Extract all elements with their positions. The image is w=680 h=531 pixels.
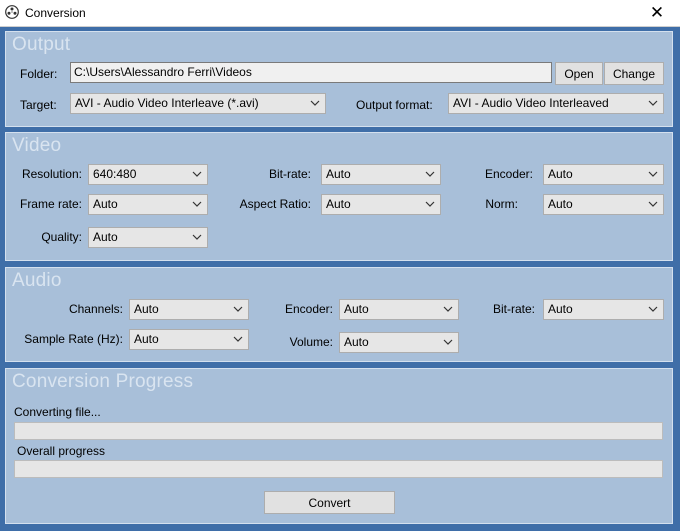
target-value: AVI - Audio Video Interleave (*.avi): [75, 96, 259, 110]
quality-label: Quality:: [41, 230, 82, 244]
output-panel: Output Folder: C:\Users\Alessandro Ferri…: [5, 31, 673, 127]
audio-encoder-value: Auto: [344, 302, 369, 316]
converting-file-label: Converting file...: [14, 405, 101, 419]
chevron-down-icon: [443, 339, 453, 345]
aspect-ratio-select[interactable]: Auto: [321, 194, 441, 215]
chevron-down-icon: [192, 234, 202, 240]
volume-value: Auto: [344, 335, 369, 349]
frame-rate-label: Frame rate:: [19, 197, 82, 211]
progress-panel: Conversion Progress Converting file... O…: [5, 368, 673, 524]
video-section-title: Video: [12, 135, 62, 156]
chevron-down-icon: [192, 201, 202, 207]
aspect-ratio-label: Aspect Ratio:: [239, 197, 311, 211]
aspect-ratio-value: Auto: [326, 197, 351, 211]
target-label: Target:: [20, 98, 57, 112]
sample-rate-select[interactable]: Auto: [129, 329, 249, 350]
video-encoder-select[interactable]: Auto: [543, 164, 664, 185]
chevron-down-icon: [233, 306, 243, 312]
chevron-down-icon: [425, 171, 435, 177]
app-icon: [5, 5, 19, 19]
audio-bitrate-value: Auto: [548, 302, 573, 316]
video-bitrate-select[interactable]: Auto: [321, 164, 441, 185]
norm-select[interactable]: Auto: [543, 194, 664, 215]
close-icon: ✕: [649, 3, 665, 22]
folder-label: Folder:: [20, 67, 58, 81]
close-button[interactable]: ✕: [634, 0, 680, 26]
chevron-down-icon: [310, 100, 320, 106]
chevron-down-icon: [648, 100, 658, 106]
video-panel: Video Resolution: 640:480 Frame rate: Au…: [5, 132, 673, 261]
overall-progress-bar: [14, 460, 663, 478]
output-section-title: Output: [12, 34, 71, 55]
norm-label: Norm:: [485, 197, 518, 211]
change-button[interactable]: Change: [604, 62, 664, 85]
quality-value: Auto: [93, 230, 118, 244]
video-bitrate-value: Auto: [326, 167, 351, 181]
convert-button[interactable]: Convert: [264, 491, 395, 514]
channels-label: Channels:: [68, 302, 123, 316]
video-bitrate-label: Bit-rate:: [268, 167, 311, 181]
sample-rate-label: Sample Rate (Hz):: [24, 332, 123, 346]
audio-encoder-select[interactable]: Auto: [339, 299, 459, 320]
resolution-select[interactable]: 640:480: [88, 164, 208, 185]
audio-bitrate-label: Bit-rate:: [492, 302, 535, 316]
chevron-down-icon: [192, 171, 202, 177]
quality-select[interactable]: Auto: [88, 227, 208, 248]
sample-rate-value: Auto: [134, 332, 159, 346]
audio-bitrate-select[interactable]: Auto: [543, 299, 664, 320]
title-bar: Conversion ✕: [0, 0, 680, 27]
frame-rate-select[interactable]: Auto: [88, 194, 208, 215]
audio-section-title: Audio: [12, 270, 62, 291]
audio-encoder-label: Encoder:: [284, 302, 333, 316]
chevron-down-icon: [648, 201, 658, 207]
video-encoder-label: Encoder:: [484, 167, 533, 181]
overall-progress-label: Overall progress: [17, 444, 106, 458]
output-format-label: Output format:: [356, 98, 433, 112]
audio-panel: Audio Channels: Auto Sample Rate (Hz): A…: [5, 267, 673, 362]
chevron-down-icon: [425, 201, 435, 207]
file-progress-bar: [14, 422, 663, 440]
volume-label: Volume:: [289, 335, 333, 349]
video-encoder-value: Auto: [548, 167, 573, 181]
window-title: Conversion: [25, 6, 86, 20]
output-format-value: AVI - Audio Video Interleaved: [453, 96, 609, 110]
output-format-select[interactable]: AVI - Audio Video Interleaved: [448, 93, 664, 114]
chevron-down-icon: [648, 171, 658, 177]
resolution-value: 640:480: [93, 167, 137, 181]
frame-rate-value: Auto: [93, 197, 118, 211]
resolution-label: Resolution:: [21, 167, 82, 181]
volume-select[interactable]: Auto: [339, 332, 459, 353]
chevron-down-icon: [233, 336, 243, 342]
norm-value: Auto: [548, 197, 573, 211]
progress-section-title: Conversion Progress: [12, 371, 194, 392]
channels-select[interactable]: Auto: [129, 299, 249, 320]
open-button[interactable]: Open: [555, 62, 603, 85]
chevron-down-icon: [648, 306, 658, 312]
target-select[interactable]: AVI - Audio Video Interleave (*.avi): [70, 93, 326, 114]
chevron-down-icon: [443, 306, 453, 312]
folder-field[interactable]: C:\Users\Alessandro Ferri\Videos: [70, 62, 552, 83]
channels-value: Auto: [134, 302, 159, 316]
